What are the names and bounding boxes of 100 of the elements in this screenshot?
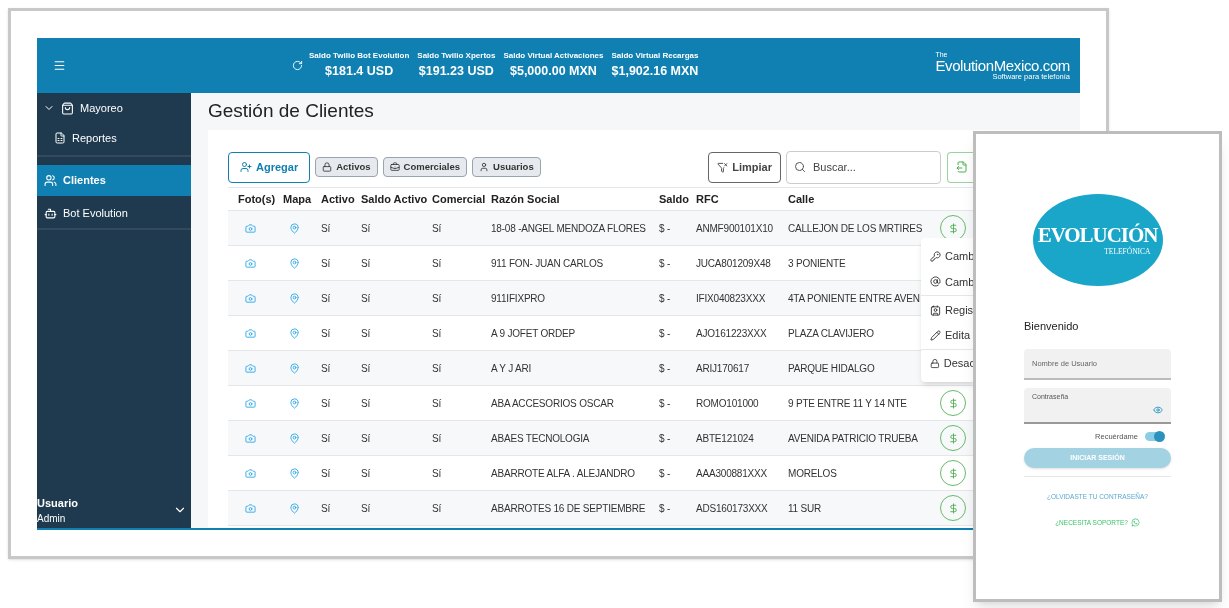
table-cell: ARIJ170617	[696, 362, 750, 374]
camera-icon[interactable]	[245, 502, 256, 514]
column-header: Activo	[321, 191, 356, 207]
menu-item-icon	[930, 304, 941, 316]
camera-icon[interactable]	[245, 292, 256, 304]
sidebar-item[interactable]: Bot Evolution	[37, 198, 191, 228]
table-cell: 11 SUR	[788, 502, 822, 514]
table-cell: Sí	[432, 467, 442, 479]
table-cell: $ -	[659, 327, 671, 339]
balance-label: Saldo Virtual Activaciones	[503, 50, 604, 63]
camera-icon[interactable]	[245, 397, 256, 409]
table-cell: Sí	[361, 397, 371, 409]
user-role: Admin	[37, 512, 67, 526]
table-cell: $ -	[659, 502, 671, 514]
table-cell: Sí	[361, 432, 371, 444]
filter-button[interactable]: Usuarios	[472, 157, 541, 177]
table-cell: Sí	[321, 397, 331, 409]
column-header: Mapa	[283, 191, 313, 207]
table-cell: Sí	[321, 327, 331, 339]
sidebar-item[interactable]: Mayoreo	[37, 93, 191, 123]
table-cell: Sí	[361, 502, 371, 514]
table-cell: Sí	[321, 222, 331, 234]
table-cell: 18-08 -ANGEL MENDOZA FLORES	[491, 222, 646, 234]
camera-icon[interactable]	[245, 467, 256, 479]
spreadsheet-icon	[54, 132, 66, 144]
logo-wordmark: EvolutionMexico.com	[935, 57, 1070, 73]
table-cell: Sí	[321, 502, 331, 514]
table-cell: Sí	[361, 467, 371, 479]
menu-item[interactable]: Edita	[921, 322, 975, 348]
balance-value: $181.4 USD	[325, 63, 394, 81]
column-header: Saldo	[659, 191, 690, 207]
table-cell: A 9 JOFET ORDEP	[491, 327, 576, 339]
camera-icon[interactable]	[245, 257, 256, 269]
table-cell: ABTE121024	[696, 432, 754, 444]
dollar-icon	[947, 467, 959, 479]
balance-label: Saldo Twilio Xpertos	[417, 50, 496, 63]
table-cell: ABARROTE ALFA . ALEJANDRO	[491, 467, 635, 479]
table-cell: $ -	[659, 222, 671, 234]
table-cell: Sí	[361, 292, 371, 304]
search-field[interactable]: Buscar...	[786, 150, 941, 184]
sidebar-item[interactable]: Reportes	[37, 123, 191, 153]
camera-icon[interactable]	[245, 362, 256, 374]
camera-icon[interactable]	[245, 327, 256, 339]
menu-item-icon	[930, 329, 941, 341]
map-pin-icon[interactable]	[289, 502, 300, 514]
column-header: Saldo Activo	[361, 191, 429, 207]
table-cell: AVENIDA PATRICIO TRUEBA	[788, 432, 918, 444]
map-pin-icon[interactable]	[289, 257, 300, 269]
camera-icon[interactable]	[245, 222, 256, 234]
table-cell: Sí	[432, 502, 442, 514]
table-cell: PLAZA CLAVIJERO	[788, 327, 874, 339]
map-pin-icon[interactable]	[289, 327, 300, 339]
clear-filters-button[interactable]: Limpiar	[708, 151, 781, 183]
menu-item-icon	[930, 251, 941, 263]
table-cell: Sí	[432, 362, 442, 374]
filter-button[interactable]: Activos	[315, 157, 378, 177]
table-cell: 911IFIXPRO	[491, 292, 545, 304]
table-cell: PARQUE HIDALGO	[788, 362, 875, 374]
add-button[interactable]: Agregar	[228, 151, 311, 183]
table-cell: 4TA PONIENTE ENTRE AVEN	[788, 292, 920, 304]
map-pin-icon[interactable]	[289, 222, 300, 234]
menu-item[interactable]: Desac	[921, 350, 975, 376]
table-cell: Sí	[361, 327, 371, 339]
table-cell: Sí	[321, 292, 331, 304]
table-cell: ABA ACCESORIOS OSCAR	[491, 397, 614, 409]
menu-icon[interactable]	[53, 59, 66, 72]
robot-icon	[44, 206, 57, 220]
map-pin-icon[interactable]	[289, 467, 300, 479]
table-cell: $ -	[659, 362, 671, 374]
map-pin-icon[interactable]	[289, 362, 300, 374]
table-cell: ABARROTES 16 DE SEPTIEMBRE	[491, 502, 646, 514]
table-cell: IFIX040823XXX	[696, 292, 766, 304]
eye-icon[interactable]	[1153, 405, 1163, 415]
column-header: Comercial	[432, 191, 487, 207]
column-header: RFC	[696, 191, 720, 207]
menu-item[interactable]: Regis	[921, 297, 975, 323]
dollar-icon	[947, 397, 959, 409]
table-cell: ANMF900101X10	[696, 222, 773, 234]
page-title: Gestión de Clientes	[208, 99, 375, 124]
add-user-icon	[240, 161, 252, 173]
table-cell: Sí	[361, 362, 371, 374]
map-pin-icon[interactable]	[289, 432, 300, 444]
balance-value: $1,902.16 MXN	[611, 63, 699, 81]
sidebar-item[interactable]: Clientes	[37, 165, 191, 196]
filter-button[interactable]: Comerciales	[382, 157, 468, 177]
dollar-icon	[947, 432, 959, 444]
table-cell: Sí	[432, 327, 442, 339]
map-pin-icon[interactable]	[289, 397, 300, 409]
dollar-icon	[947, 502, 959, 514]
column-header: Calle	[788, 191, 816, 207]
table-cell: Sí	[321, 467, 331, 479]
funnel-icon	[717, 161, 729, 173]
refresh-icon[interactable]	[292, 60, 303, 71]
camera-icon[interactable]	[245, 432, 256, 444]
table-cell: CALLEJON DE LOS MRTIRES	[788, 222, 923, 234]
column-header: Foto(s)	[238, 191, 277, 207]
user-name: Usuario	[37, 495, 78, 511]
bag-icon	[61, 101, 74, 115]
remember-switch[interactable]	[1145, 431, 1163, 441]
map-pin-icon[interactable]	[289, 292, 300, 304]
